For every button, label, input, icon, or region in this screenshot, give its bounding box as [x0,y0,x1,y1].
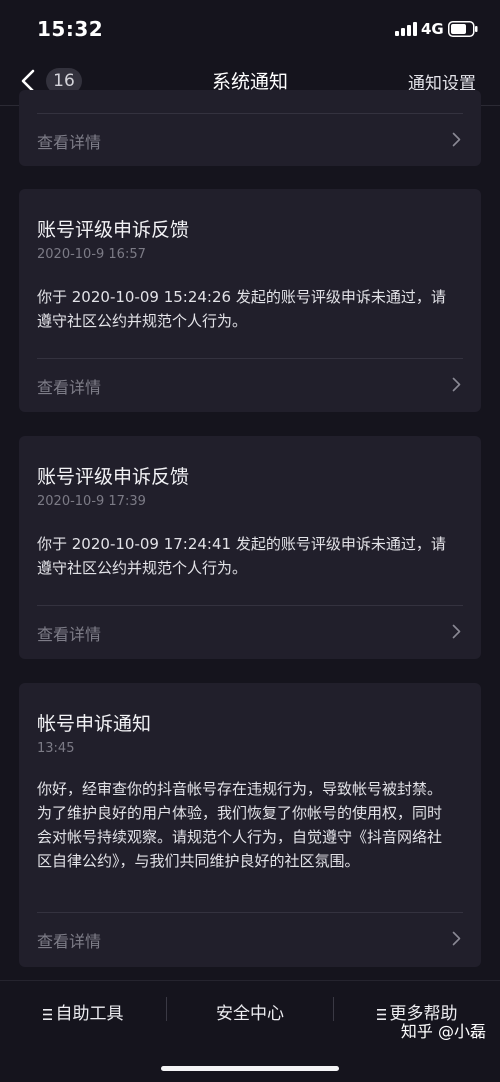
chevron-right-icon [452,132,461,147]
status-bar: 15:32 4G [0,0,500,58]
security-center-tab[interactable]: 安全中心 [167,980,333,1038]
notification-card: 帐号申诉通知 13:45 你好，经审查你的抖音帐号存在违规行为，导致帐号被封禁。… [19,683,481,967]
view-details-link[interactable]: 查看详情 [19,359,481,411]
chevron-right-icon [452,624,461,639]
view-details-link[interactable]: 查看详情 [19,913,481,965]
card-message: 你好，经审查你的抖音帐号存在违规行为，导致帐号被封禁。为了维护良好的用户体验，我… [37,780,443,870]
chevron-right-icon [452,377,461,392]
status-time: 15:32 [37,17,104,41]
view-details-label: 查看详情 [37,133,102,152]
view-details-link[interactable]: 查看详情 [19,606,481,658]
watermark: 知乎 @小磊 [400,1022,486,1041]
notification-card: 查看详情 [19,90,481,166]
card-message: 你于 2020-10-09 15:24:26 发起的账号评级申诉未通过，请遵守社… [37,288,446,330]
view-details-label: 查看详情 [37,625,102,644]
home-indicator[interactable] [161,1066,339,1071]
notification-card: 账号评级申诉反馈 2020-10-9 17:39 你于 2020-10-09 1… [19,436,481,659]
signal-icon [395,22,417,36]
view-details-label: 查看详情 [37,378,102,397]
menu-icon [42,1009,52,1020]
card-title: 帐号申诉通知 [37,713,152,735]
card-timestamp: 13:45 [37,741,75,756]
view-details-link[interactable]: 查看详情 [19,114,481,166]
card-title: 账号评级申诉反馈 [37,219,190,241]
notification-card: 账号评级申诉反馈 2020-10-9 16:57 你于 2020-10-09 1… [19,189,481,412]
battery-icon [448,21,478,37]
self-service-tools-tab[interactable]: 自助工具 [0,980,166,1038]
card-message: 你于 2020-10-09 17:24:41 发起的账号评级申诉未通过，请遵守社… [37,535,446,577]
tab-label: 自助工具 [55,1004,124,1024]
card-title: 账号评级申诉反馈 [37,466,190,488]
menu-icon [376,1009,386,1020]
tab-label: 安全中心 [216,1004,284,1024]
view-details-label: 查看详情 [37,932,102,951]
card-timestamp: 2020-10-9 16:57 [37,247,146,262]
network-label: 4G [421,20,444,38]
card-timestamp: 2020-10-9 17:39 [37,494,146,509]
chevron-right-icon [452,931,461,946]
